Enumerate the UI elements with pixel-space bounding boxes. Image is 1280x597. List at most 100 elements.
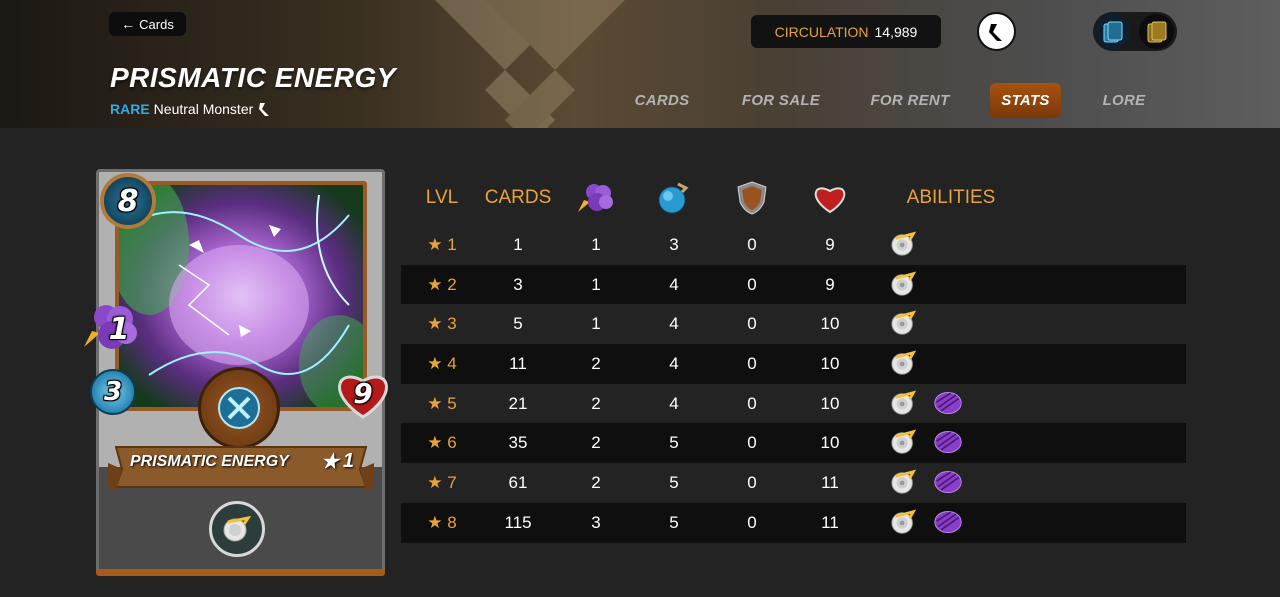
tab-for-sale[interactable]: FOR SALE <box>735 83 827 118</box>
void-armor-icon[interactable] <box>933 467 963 497</box>
stats-table: LVL CARDS ABILITIES ★ 1 1 1 3 0 9 ★ 2 3 … <box>401 178 1186 543</box>
tab-cards[interactable]: CARDS <box>626 83 698 118</box>
health-value: 9 <box>353 376 373 410</box>
stats-table-header: LVL CARDS ABILITIES <box>401 178 1186 225</box>
cell-health: 10 <box>820 353 840 373</box>
splinter-shield <box>198 367 280 449</box>
ability-icon[interactable] <box>889 308 919 338</box>
header-health <box>791 178 869 218</box>
magic-attack-icon <box>578 184 613 212</box>
card-image: 8 1 3 9 PRISMATIC ENERGY ★ 1 <box>84 167 388 577</box>
circulation-value: 14,989 <box>874 23 918 40</box>
cell-lvl: ★ 3 <box>427 314 457 334</box>
header-abilities: ABILITIES <box>906 187 996 208</box>
table-row: ★ 1 1 1 3 0 9 <box>401 225 1186 265</box>
cell-armor: 0 <box>747 234 757 254</box>
mana-value: 8 <box>117 183 139 219</box>
health-icon <box>814 187 846 214</box>
cell-lvl: ★ 4 <box>427 353 457 373</box>
cell-magic: 1 <box>591 234 601 254</box>
card-set-option-gold[interactable] <box>1139 14 1174 49</box>
cell-speed: 5 <box>669 472 679 492</box>
cell-health: 10 <box>820 314 840 334</box>
circulation-label: CIRCULATION <box>774 23 869 40</box>
table-row: ★ 7 61 2 5 0 11 <box>401 463 1186 503</box>
cell-lvl: ★ 8 <box>427 512 457 532</box>
neutral-splinter-icon <box>218 387 260 429</box>
cell-lvl: ★ 6 <box>427 433 457 453</box>
cell-speed: 4 <box>669 393 679 413</box>
ability-icon[interactable] <box>889 229 919 259</box>
cell-speed: 4 <box>669 353 679 373</box>
cell-cards: 35 <box>508 433 528 453</box>
ability-icon[interactable] <box>889 348 919 378</box>
cell-armor: 0 <box>747 433 757 453</box>
cell-cards: 3 <box>513 274 523 294</box>
card-name-banner: PRISMATIC ENERGY ★ 1 <box>108 443 374 491</box>
cell-lvl: ★ 7 <box>427 472 457 492</box>
table-row: ★ 5 21 2 4 0 10 <box>401 384 1186 424</box>
cell-health: 9 <box>825 234 835 254</box>
cell-magic: 1 <box>591 314 601 334</box>
ability-icon[interactable] <box>889 507 919 537</box>
cell-lvl: ★ 1 <box>427 234 457 254</box>
tab-stats[interactable]: STATS <box>990 83 1061 118</box>
cell-armor: 0 <box>747 512 757 532</box>
card-set-toggle[interactable] <box>1093 12 1177 51</box>
ability-icon[interactable] <box>889 427 919 457</box>
health-badge: 9 <box>334 365 392 421</box>
ability-icon <box>223 515 252 542</box>
card-tabs: CARDS FOR SALE FOR RENT STATS LORE <box>0 83 1280 118</box>
card-stack-gold-icon <box>1147 21 1166 42</box>
table-row: ★ 2 3 1 4 0 9 <box>401 264 1186 305</box>
card-ability-slot <box>209 501 265 557</box>
tab-lore[interactable]: LORE <box>1094 83 1154 118</box>
card-set-option-blue[interactable] <box>1095 14 1130 49</box>
back-to-cards-button[interactable]: ← Cards <box>109 12 186 36</box>
magic-badge: 1 <box>82 303 144 355</box>
cell-armor: 0 <box>747 314 757 334</box>
banner-card-name: PRISMATIC ENERGY <box>130 453 289 470</box>
cell-health: 11 <box>821 472 839 492</box>
stats-table-body: ★ 1 1 1 3 0 9 ★ 2 3 1 4 0 9 ★ 3 5 1 4 0 10 ★ 4 11 2 4 0 10 ★ 5 21… <box>401 225 1186 543</box>
card-bottom-bar <box>96 569 385 576</box>
header-lvl: LVL <box>425 187 459 208</box>
void-armor-icon[interactable] <box>933 507 963 537</box>
cell-health: 11 <box>821 512 839 532</box>
mana-badge: 8 <box>100 173 156 229</box>
void-armor-icon[interactable] <box>933 427 963 457</box>
cell-magic: 2 <box>591 393 601 413</box>
ability-icon[interactable] <box>889 388 919 418</box>
ability-icon[interactable] <box>889 269 919 299</box>
header-speed <box>635 178 713 218</box>
cell-armor: 0 <box>747 353 757 373</box>
cell-speed: 5 <box>669 512 679 532</box>
cell-cards: 21 <box>508 393 528 413</box>
cell-speed: 4 <box>669 314 679 334</box>
cell-armor: 0 <box>747 472 757 492</box>
cell-speed: 3 <box>669 234 679 254</box>
arrow-left-icon: ← <box>121 16 136 32</box>
table-row: ★ 6 35 2 5 0 10 <box>401 423 1186 464</box>
cell-speed: 5 <box>669 433 679 453</box>
speed-icon <box>658 182 689 214</box>
armor-icon <box>737 181 767 215</box>
cell-lvl: ★ 2 <box>427 274 457 294</box>
table-row: ★ 3 5 1 4 0 10 <box>401 304 1186 344</box>
cell-magic: 3 <box>591 512 601 532</box>
edition-filter-button[interactable] <box>977 12 1016 51</box>
header-armor <box>713 178 791 218</box>
void-armor-icon[interactable] <box>933 388 963 418</box>
cell-armor: 0 <box>747 274 757 294</box>
cell-cards: 5 <box>513 314 523 334</box>
cell-lvl: ★ 5 <box>427 393 457 413</box>
cell-cards: 115 <box>504 512 532 532</box>
cell-magic: 2 <box>591 472 601 492</box>
ability-icon[interactable] <box>889 467 919 497</box>
speed-badge: 3 <box>90 369 136 415</box>
header-cards: CARDS <box>484 187 552 208</box>
cell-cards: 61 <box>508 472 528 492</box>
tab-for-rent[interactable]: FOR RENT <box>864 83 956 118</box>
banner-level-value: 1 <box>342 450 354 472</box>
speed-value: 3 <box>103 377 123 407</box>
